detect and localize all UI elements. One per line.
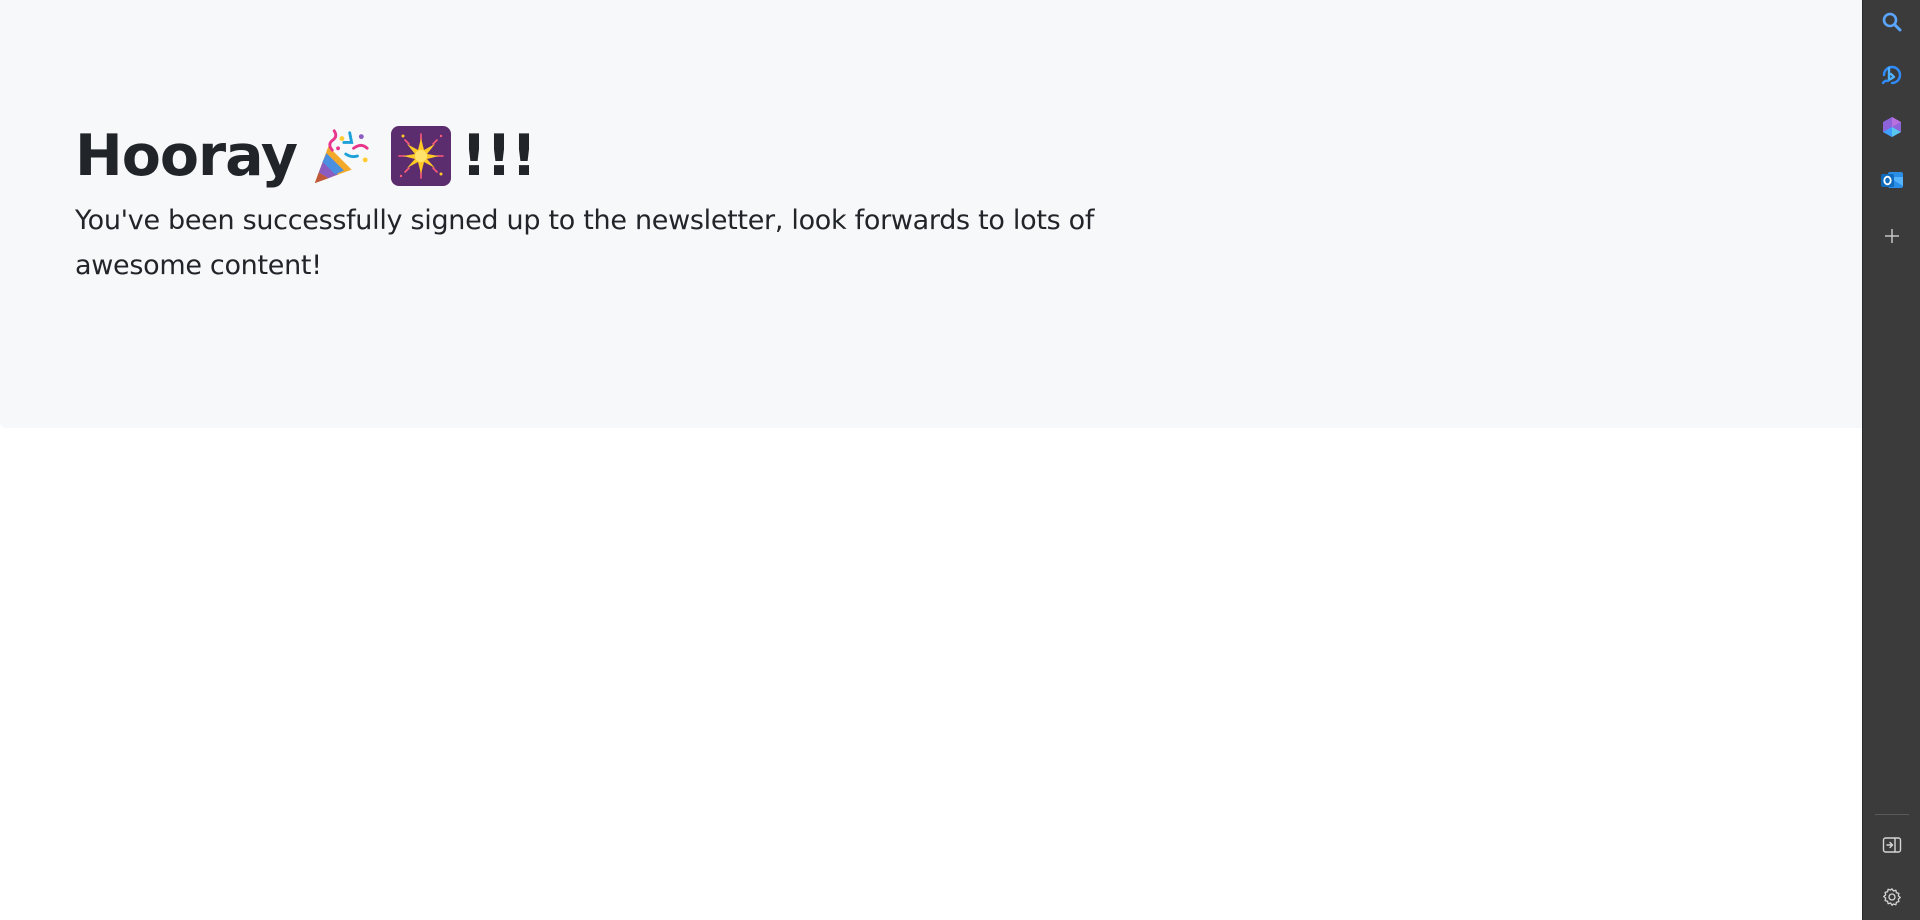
sidebar-hide-button[interactable] [1863,823,1920,867]
title-suffix: !!! [461,122,537,189]
sidebar-outlook-button[interactable] [1863,158,1920,202]
settings-gear-icon [1883,888,1901,906]
add-icon [1885,229,1899,243]
fireworks-sparkler-icon [391,125,451,186]
outlook-icon [1881,172,1903,188]
search-icon [1882,12,1902,32]
office-icon [1883,117,1901,137]
sidebar-add-button[interactable] [1863,214,1920,258]
sidebar-bing-button[interactable] [1863,53,1920,97]
bing-icon [1881,65,1902,85]
page-title: Hooray !!! [75,118,1195,193]
sidebar-office-button[interactable] [1863,105,1920,149]
party-popper-icon [314,128,369,183]
hero-content: Hooray !!! You've been successfully sign… [75,118,1195,315]
sidebar-settings-button[interactable] [1863,875,1920,919]
sidebar-search-button[interactable] [1863,0,1920,44]
page: Hooray !!! You've been successfully sign… [0,0,1862,920]
browser-sidebar [1862,0,1920,920]
hide-sidebar-icon [1882,837,1902,853]
jumbotron: Hooray !!! You've been successfully sign… [0,0,1862,428]
sidebar-divider [1875,814,1909,815]
title-text: Hooray [75,122,298,189]
signup-confirmation-text: You've been successfully signed up to th… [75,205,1095,281]
